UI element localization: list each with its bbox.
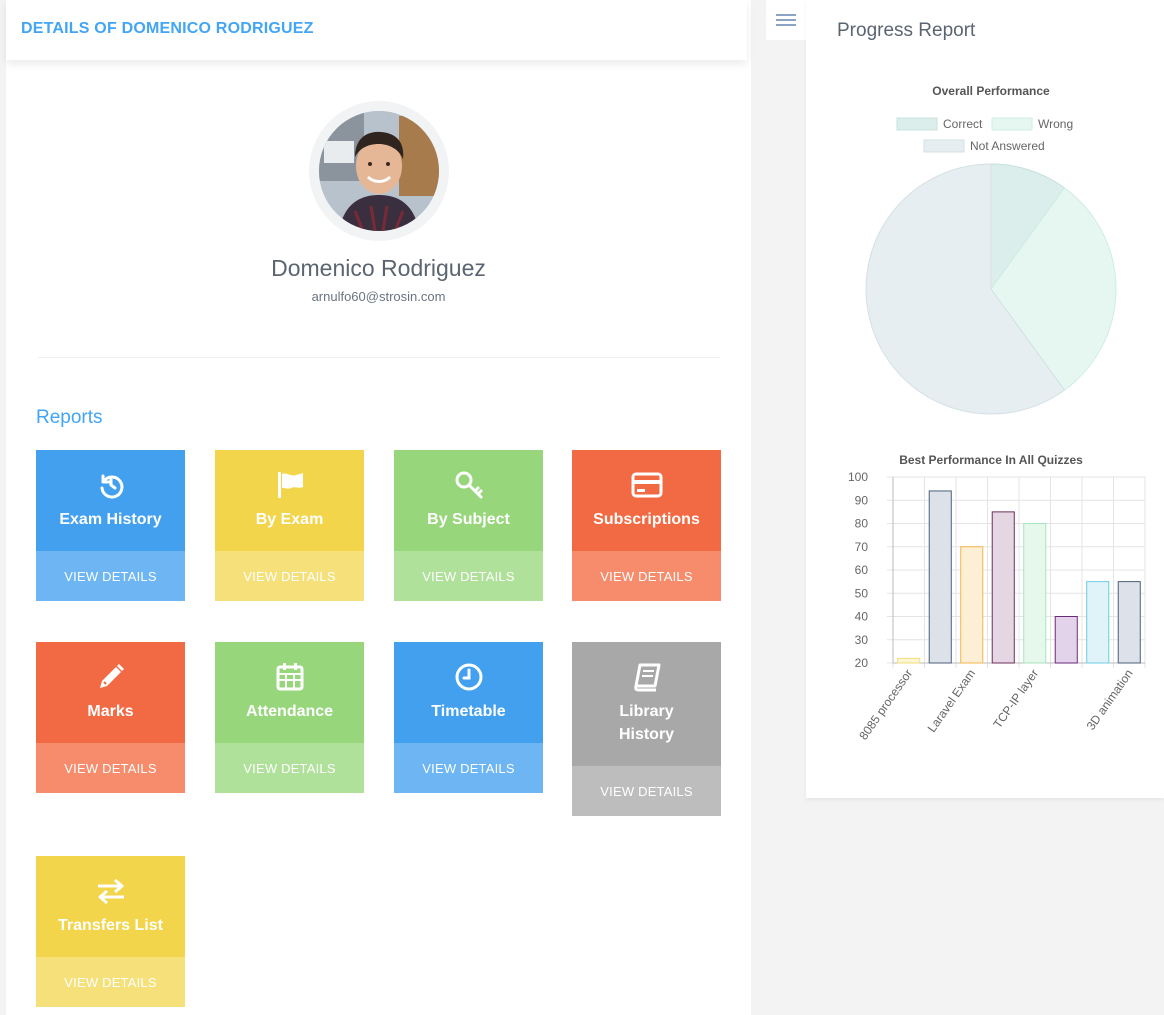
- tile-label: Subscriptions: [593, 511, 700, 528]
- reports-heading: Reports: [36, 407, 103, 428]
- progress-report-panel: Progress Report Overall Performance Corre…: [806, 0, 1164, 798]
- legend-swatch: [923, 139, 965, 153]
- view-details-link[interactable]: VIEW DETAILS: [215, 743, 364, 793]
- x-tick-label: Laravel Exam: [925, 667, 979, 735]
- history-icon: [100, 474, 123, 499]
- bar: [1117, 581, 1141, 664]
- hamburger-icon: [776, 14, 796, 26]
- student-email: arnulfo60@strosin.com: [311, 289, 446, 304]
- view-details-link[interactable]: VIEW DETAILS: [36, 957, 185, 1007]
- tile-label: Exam History: [59, 511, 162, 528]
- tile-library-history[interactable]: Library History VIEW DETAILS: [572, 642, 721, 816]
- y-tick-label: 70: [855, 540, 869, 554]
- x-tick-label: 8085 processor: [856, 667, 915, 743]
- menu-toggle-button[interactable]: [766, 0, 806, 40]
- y-tick-label: 30: [855, 633, 869, 647]
- tile-by-subject[interactable]: By Subject VIEW DETAILS: [394, 450, 543, 601]
- tile-label: By Exam: [255, 511, 324, 528]
- tile-label: Library History: [618, 703, 675, 743]
- tile-header[interactable]: Library History: [572, 642, 721, 766]
- legend-swatch: [991, 117, 1033, 131]
- bar: [991, 511, 1015, 664]
- tile-label: By Subject: [427, 511, 510, 528]
- tile-header[interactable]: Exam History: [36, 450, 185, 551]
- bar: [1023, 523, 1047, 664]
- tile-label: Attendance: [245, 703, 334, 720]
- tile-header[interactable]: Marks: [36, 642, 185, 743]
- tile-header[interactable]: Attendance: [215, 642, 364, 743]
- x-tick-label: 3D animation: [1084, 667, 1136, 733]
- pie-chart-title: Overall Performance: [932, 84, 1050, 98]
- calendar-icon: [276, 663, 303, 691]
- user-photo-icon: [319, 111, 439, 231]
- avatar: [319, 111, 439, 231]
- y-tick-label: 60: [855, 563, 869, 577]
- page-title: DETAILS OF DOMENICO RODRIGUEZ: [21, 20, 314, 37]
- view-details-link[interactable]: VIEW DETAILS: [572, 766, 721, 816]
- y-tick-label: 80: [855, 517, 869, 531]
- view-details-link[interactable]: VIEW DETAILS: [36, 551, 185, 601]
- legend-label: Wrong: [1038, 117, 1073, 131]
- pencil-icon: [99, 664, 124, 688]
- flag-icon: [277, 472, 303, 498]
- tile-attendance[interactable]: Attendance VIEW DETAILS: [215, 642, 364, 793]
- view-details-link[interactable]: VIEW DETAILS: [572, 551, 721, 601]
- clock-icon: [455, 663, 482, 691]
- legend-label: Not Answered: [970, 139, 1045, 153]
- bar-chart-title: Best Performance In All Quizzes: [899, 453, 1083, 467]
- tile-timetable[interactable]: Timetable VIEW DETAILS: [394, 642, 543, 793]
- tile-marks[interactable]: Marks VIEW DETAILS: [36, 642, 185, 793]
- view-details-link[interactable]: VIEW DETAILS: [215, 551, 364, 601]
- bar: [928, 490, 952, 664]
- tile-header[interactable]: Subscriptions: [572, 450, 721, 551]
- legend-label: Correct: [943, 117, 983, 131]
- tile-transfers-list[interactable]: Transfers List VIEW DETAILS: [36, 856, 185, 1007]
- y-tick-label: 40: [855, 610, 869, 624]
- key-icon: [455, 471, 482, 499]
- tile-label: Marks: [87, 703, 134, 720]
- progress-charts: Overall Performance Correct Wrong Not Answe…: [848, 84, 1146, 743]
- x-tick-label: TCP-IP layer: [990, 667, 1041, 731]
- tile-label: Timetable: [431, 703, 506, 720]
- student-name: Domenico Rodriguez: [271, 255, 486, 281]
- view-details-link[interactable]: VIEW DETAILS: [36, 743, 185, 793]
- view-details-link[interactable]: VIEW DETAILS: [394, 743, 543, 793]
- credit-card-icon: [631, 472, 662, 498]
- tile-header[interactable]: By Subject: [394, 450, 543, 551]
- y-tick-label: 20: [855, 656, 869, 670]
- legend-swatch: [896, 117, 938, 131]
- bar: [1054, 616, 1078, 664]
- student-details-panel: DETAILS OF DOMENICO RODRIGUEZ Domenico R…: [6, 0, 751, 1015]
- tile-by-exam[interactable]: By Exam VIEW DETAILS: [215, 450, 364, 601]
- tile-label: Transfers List: [58, 917, 163, 934]
- bar: [897, 657, 921, 664]
- details-header: DETAILS OF DOMENICO RODRIGUEZ: [6, 0, 747, 60]
- tile-exam-history[interactable]: Exam History VIEW DETAILS: [36, 450, 185, 601]
- avatar-frame: [309, 101, 449, 241]
- transfer-icon: [97, 878, 124, 905]
- y-tick-label: 100: [848, 470, 868, 484]
- tile-header[interactable]: By Exam: [215, 450, 364, 551]
- book-icon: [633, 663, 660, 692]
- bar: [1086, 581, 1110, 664]
- tile-header[interactable]: Timetable: [394, 642, 543, 743]
- bar: [960, 546, 984, 664]
- view-details-link[interactable]: VIEW DETAILS: [394, 551, 543, 601]
- divider: [38, 357, 720, 358]
- y-tick-label: 90: [855, 493, 869, 507]
- tile-subscriptions[interactable]: Subscriptions VIEW DETAILS: [572, 450, 721, 601]
- y-tick-label: 50: [855, 586, 869, 600]
- tile-header[interactable]: Transfers List: [36, 856, 185, 957]
